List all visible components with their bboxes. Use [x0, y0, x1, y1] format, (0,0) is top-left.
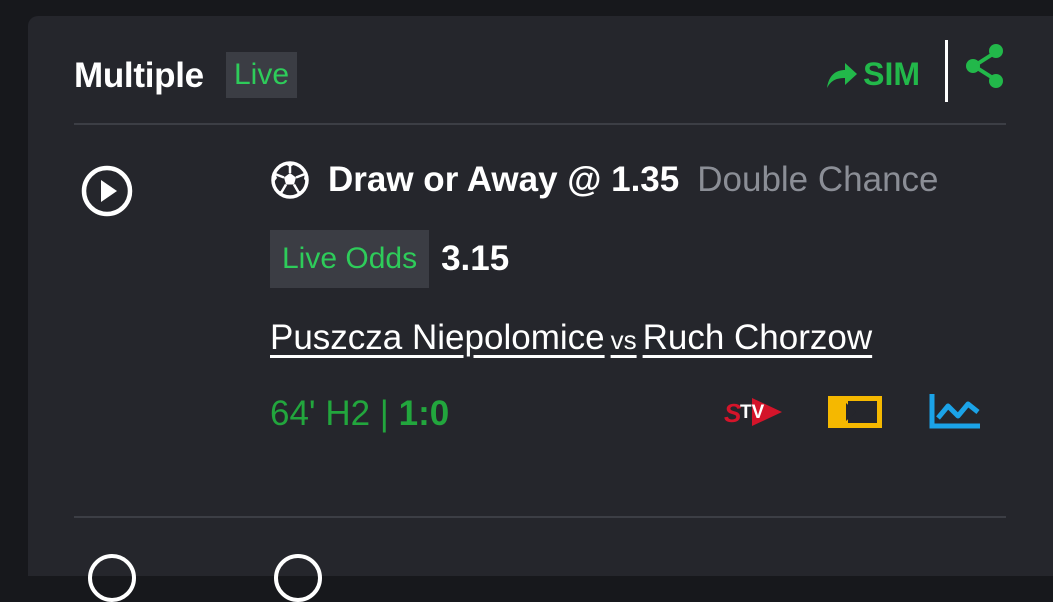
selection-row: Draw or Away @ 1.35 Double Chance [270, 160, 939, 200]
sim-button[interactable]: SIM [825, 56, 920, 93]
stv-icon: S TV [724, 398, 782, 428]
match-link[interactable]: Puszcza Niepolomice vs Ruch Chorzow [270, 318, 872, 358]
play-button[interactable] [80, 164, 134, 223]
home-team: Puszcza Niepolomice [270, 318, 605, 357]
stv-button[interactable]: S TV [724, 392, 784, 437]
share-button[interactable] [964, 42, 1006, 95]
bet-header: Multiple Live SIM [74, 40, 1006, 122]
market-name: Double Chance [697, 160, 939, 199]
bet-card: Multiple Live SIM Draw or Away @ 1.35 Do… [28, 16, 1053, 602]
vs-label: vs [610, 325, 637, 355]
stats-chart-icon [929, 394, 980, 429]
row-divider [74, 516, 1006, 518]
share-icon [966, 44, 1003, 88]
stats-button[interactable] [928, 392, 982, 437]
match-time: 64' H2 | [270, 394, 399, 433]
header-separator [945, 40, 948, 102]
header-divider [74, 123, 1006, 125]
live-badge: Live [226, 52, 298, 98]
forward-arrow-icon [827, 62, 858, 88]
play-icon [81, 165, 133, 217]
odds-row: Live Odds 3.15 [270, 230, 509, 288]
stream-button[interactable] [826, 393, 884, 436]
next-soccer-ball-icon [274, 554, 322, 602]
video-stream-icon [828, 396, 882, 428]
svg-text:TV: TV [740, 402, 765, 423]
match-actions: S TV [724, 392, 982, 437]
match-status: 64' H2 | 1:0 [270, 394, 449, 434]
away-team: Ruch Chorzow [642, 318, 873, 357]
bet-type-title: Multiple [74, 56, 204, 95]
sim-label: SIM [863, 56, 920, 92]
next-play-icon[interactable] [88, 554, 136, 602]
live-odds-badge: Live Odds [270, 230, 430, 288]
match-score: 1:0 [398, 394, 450, 433]
live-odds-value: 3.15 [441, 239, 510, 278]
soccer-ball-icon [271, 161, 309, 199]
selection-pick: Draw or Away @ 1.35 [328, 160, 680, 199]
